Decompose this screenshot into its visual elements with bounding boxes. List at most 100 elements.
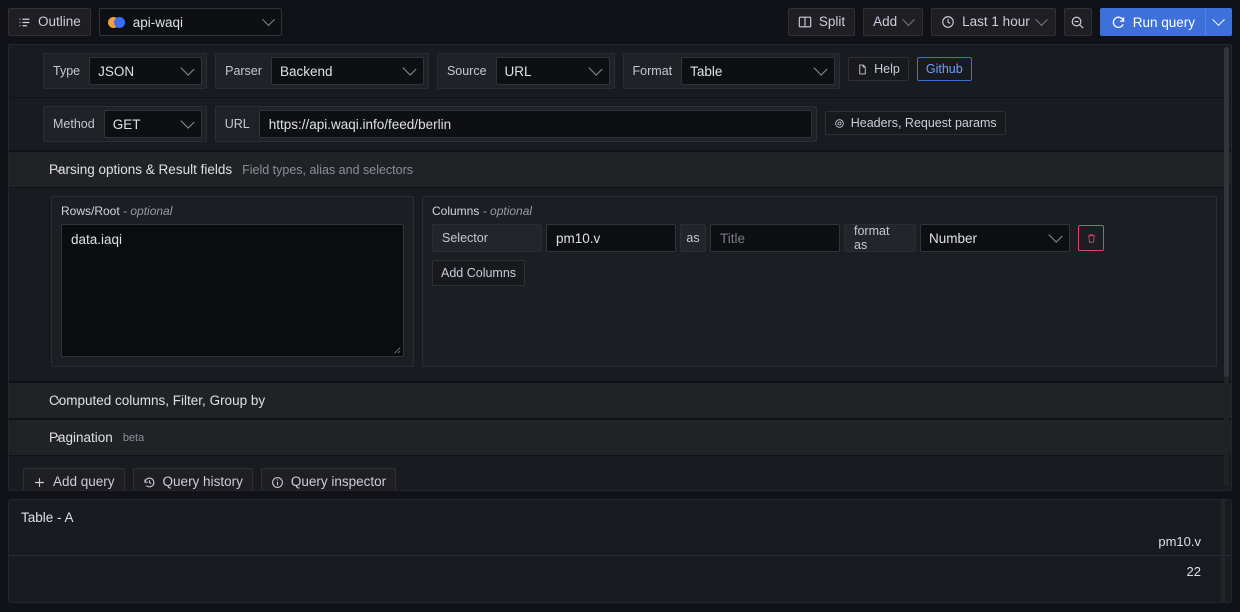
clock-icon [941,15,955,29]
type-field: Type JSON [43,53,207,89]
parsing-section-header[interactable]: Parsing options & Result fields Field ty… [9,151,1231,188]
parser-select[interactable]: Backend [271,57,424,85]
datasource-picker[interactable]: api-waqi [99,8,282,36]
url-input[interactable]: https://api.waqi.info/feed/berlin [259,110,812,138]
query-inspector-label: Query inspector [291,475,386,489]
selector-value: pm10.v [556,231,600,246]
resize-handle-icon[interactable] [392,345,401,354]
columns-optional: - optional [483,204,532,218]
results-table: pm10.v 22 [9,534,1231,579]
parser-label: Parser [216,64,271,78]
chevron-down-icon [1048,228,1062,242]
results-column-header[interactable]: pm10.v [1158,534,1201,549]
run-query-main[interactable]: Run query [1101,9,1205,35]
info-icon [271,476,284,489]
columns-panel: Columns - optional Selector pm10.v as Ti… [422,196,1217,367]
headers-group: Headers, Request params [825,106,1006,135]
pagination-section-header[interactable]: Pagination beta [9,419,1231,456]
source-value: URL [505,64,532,79]
url-field: URL https://api.waqi.info/feed/berlin [215,106,817,142]
chevron-down-icon [402,61,416,75]
computed-columns-section-header[interactable]: Computed columns, Filter, Group by [9,382,1231,419]
column-title-input[interactable]: Title [710,224,840,252]
source-select[interactable]: URL [496,57,610,85]
type-select[interactable]: JSON [89,57,202,85]
infinity-datasource-icon [108,17,125,28]
selector-input[interactable]: pm10.v [546,224,676,252]
run-query-label: Run query [1133,15,1195,30]
add-button[interactable]: Add [863,8,923,36]
query-history-label: Query history [163,475,243,489]
github-button[interactable]: Github [917,57,972,81]
query-actions-bar: Add query Query history Query inspect [9,456,1231,491]
parser-field: Parser Backend [215,53,429,89]
outline-icon [18,16,31,29]
method-label: Method [44,117,104,131]
top-toolbar: Outline api-waqi Split Add [0,0,1240,44]
delete-column-button[interactable] [1078,225,1104,251]
chevron-down-icon [902,13,915,26]
rows-root-textarea[interactable]: data.iaqi [61,224,404,357]
time-range-picker[interactable]: Last 1 hour [931,8,1056,36]
outline-label: Outline [38,15,81,29]
add-query-label: Add query [53,475,115,489]
chevron-down-icon [1212,13,1225,26]
query-editor-scrollbar-thumb[interactable] [1224,47,1229,377]
outline-button[interactable]: Outline [8,8,91,36]
results-table-header: pm10.v [9,534,1231,555]
add-label: Add [873,15,897,29]
rows-root-value: data.iaqi [71,232,122,247]
split-pane-icon [798,15,812,29]
results-panel-title: Table - A [9,500,1231,525]
query-editor-scroll-area: Type JSON Parser Backend Source URL [9,45,1231,490]
column-config-row: Selector pm10.v as Title format as Numbe… [432,224,1207,252]
query-options-row: Type JSON Parser Backend Source URL [9,45,1231,98]
columns-title: Columns - optional [432,204,1207,218]
columns-label: Columns [432,204,479,218]
method-value: GET [113,117,141,132]
chevron-down-icon [588,61,602,75]
format-label: Format [624,64,682,78]
document-icon [857,64,868,75]
parsing-section-body: Rows/Root - optional data.iaqi Columns -… [9,188,1231,382]
format-field: Format Table [623,53,841,89]
query-editor-scrollbar[interactable] [1224,47,1229,487]
results-panel: Table - A pm10.v 22 [8,499,1232,603]
chevron-down-icon [181,61,195,75]
url-label: URL [216,117,259,131]
chevron-down-icon [1035,13,1048,26]
source-field: Source URL [437,53,615,89]
parsing-section-subtitle: Field types, alias and selectors [242,163,413,177]
help-button[interactable]: Help [848,57,909,81]
format-as-label: format as [844,224,916,252]
plus-icon [33,476,46,489]
type-label: Type [44,64,89,78]
query-inspector-button[interactable]: Query inspector [261,468,396,491]
add-columns-button[interactable]: Add Columns [432,260,525,286]
history-icon [143,476,156,489]
run-query-button[interactable]: Run query [1100,8,1232,36]
url-value: https://api.waqi.info/feed/berlin [269,117,451,132]
column-title-placeholder: Title [720,231,745,246]
chevron-down-icon [53,165,63,175]
chevron-down-icon [814,61,828,75]
parsing-section-title: Parsing options & Result fields [49,162,232,177]
column-format-select[interactable]: Number [920,224,1070,252]
results-table-scrollbar[interactable] [1221,500,1225,602]
rows-root-title: Rows/Root - optional [61,204,404,218]
method-select[interactable]: GET [104,110,202,138]
format-value: Table [690,64,722,79]
zoom-out-button[interactable] [1064,8,1092,36]
chevron-right-icon [53,396,63,406]
run-query-options-button[interactable] [1205,9,1231,35]
toolbar-right-group: Split Add Last 1 hour [788,8,1232,36]
type-value: JSON [98,64,134,79]
github-label: Github [926,62,963,76]
headers-request-params-button[interactable]: Headers, Request params [825,111,1006,135]
add-query-button[interactable]: Add query [23,468,125,491]
zoom-out-icon [1070,15,1085,30]
split-button[interactable]: Split [788,8,855,36]
format-select[interactable]: Table [681,57,835,85]
as-label: as [680,224,706,252]
query-history-button[interactable]: Query history [133,468,253,491]
